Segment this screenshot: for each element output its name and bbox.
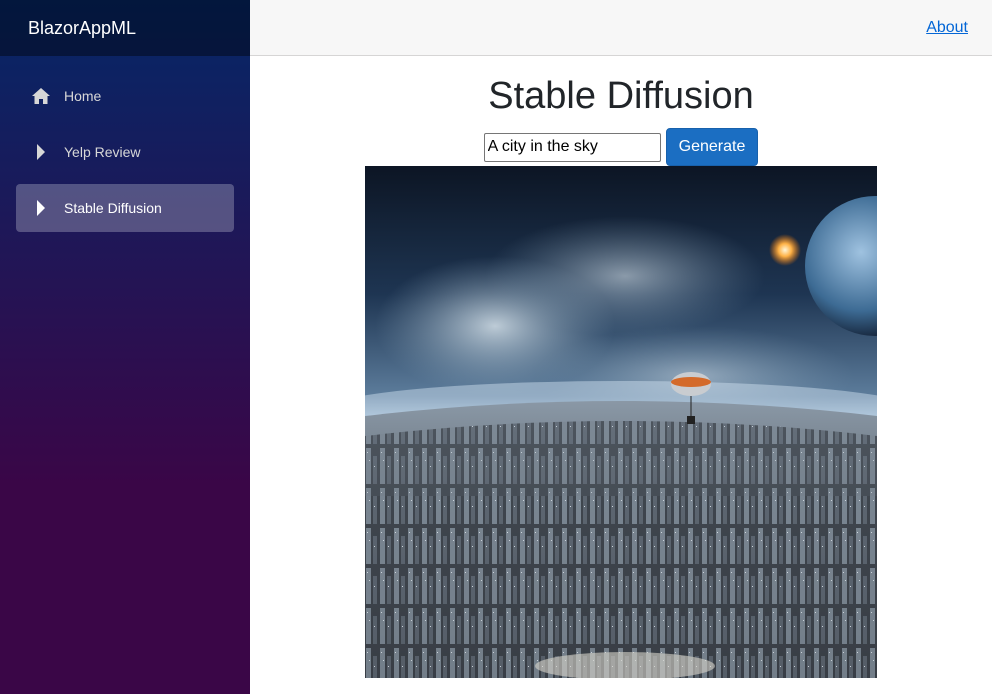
prompt-controls: Generate (483, 128, 759, 166)
sidebar-item-home[interactable]: Home (16, 72, 234, 120)
caret-right-icon (31, 198, 51, 218)
sidebar-item-label: Stable Diffusion (64, 200, 162, 216)
sidebar-item-label: Yelp Review (64, 144, 141, 160)
page-content: Stable Diffusion Generate (250, 56, 992, 678)
generate-button[interactable]: Generate (665, 128, 759, 166)
prompt-input[interactable] (483, 132, 661, 162)
sidebar-item-stable-diffusion[interactable]: Stable Diffusion (16, 184, 234, 232)
app-brand[interactable]: BlazorAppML (28, 18, 136, 39)
caret-right-icon (31, 142, 51, 162)
about-link[interactable]: About (926, 19, 968, 37)
generated-image (365, 166, 877, 678)
brand-bar: BlazorAppML (0, 0, 250, 56)
page-title: Stable Diffusion (488, 75, 754, 117)
main-area: About Stable Diffusion Generate (250, 0, 992, 694)
sidebar-nav: Home Yelp Review Stable Diffusion (0, 56, 250, 232)
sidebar-item-yelp-review[interactable]: Yelp Review (16, 128, 234, 176)
app-root: BlazorAppML Home Yelp Review Stable Diff… (0, 0, 992, 694)
sidebar-item-label: Home (64, 88, 102, 104)
home-icon (31, 86, 51, 106)
sidebar: BlazorAppML Home Yelp Review Stable Diff… (0, 0, 250, 694)
top-bar: About (250, 0, 992, 56)
